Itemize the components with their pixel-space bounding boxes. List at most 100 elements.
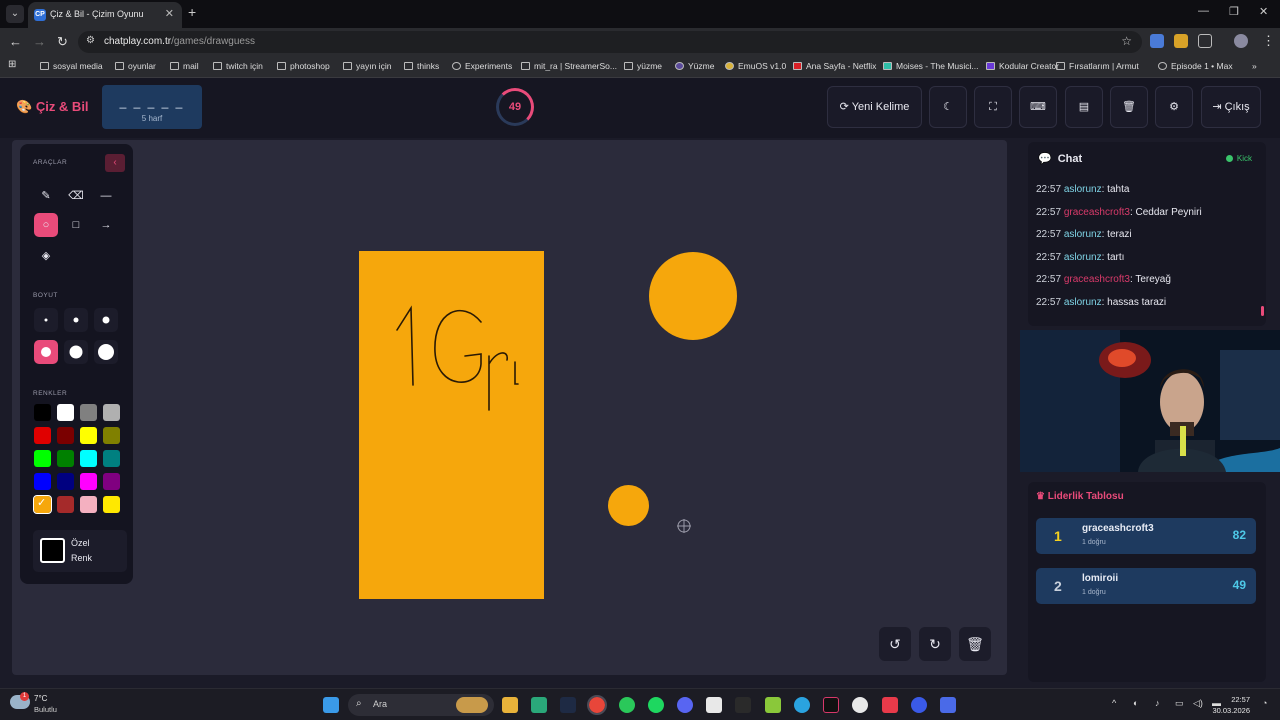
chat-message-user[interactable]: graceashcroft3 <box>1064 274 1130 285</box>
tiktok-icon[interactable] <box>823 697 839 713</box>
new-word-button[interactable]: ⟳ Yeni Kelime <box>827 86 922 128</box>
color-swatch[interactable] <box>103 427 120 444</box>
color-swatch[interactable] <box>34 427 51 444</box>
bookmark-yuzme-folder[interactable]: yüzme <box>624 61 662 71</box>
archive-button[interactable]: ▤ <box>1065 86 1103 128</box>
bookmark-kodular[interactable]: Kodular Creator <box>986 61 1059 71</box>
brush-tool[interactable]: ✎ <box>34 184 58 208</box>
bookmark-thinks[interactable]: thinks <box>404 61 439 71</box>
browser-tab[interactable]: CP Çiz & Bil - Çizim Oyunu ✕ <box>28 2 182 28</box>
browser-menu-icon[interactable]: ⋮ <box>1262 33 1275 49</box>
spotify-icon[interactable] <box>648 697 664 713</box>
dark-mode-button[interactable]: ☾ <box>929 86 967 128</box>
apps-grid-icon[interactable]: ⊞ <box>8 59 16 70</box>
color-swatch[interactable] <box>57 450 74 467</box>
site-info-icon[interactable]: ⚙ <box>86 35 95 46</box>
extension-translate-icon[interactable] <box>1150 34 1164 48</box>
bookmark-star-icon[interactable]: ☆ <box>1121 34 1132 48</box>
bookmark-yayin[interactable]: yayın için <box>343 61 391 71</box>
bookmark-netflix[interactable]: Ana Sayfa - Netflix <box>793 61 876 71</box>
chat-message-user[interactable]: aslorunz <box>1064 229 1102 240</box>
epic-games-icon[interactable] <box>735 697 751 713</box>
custom-color-button[interactable]: Özel Renk <box>33 530 127 572</box>
clear-canvas-button[interactable]: 🗑 <box>959 627 991 661</box>
bookmark-emuos[interactable]: EmuOS v1.0 <box>725 61 786 71</box>
color-swatch[interactable] <box>80 427 97 444</box>
color-swatch[interactable] <box>34 404 51 421</box>
app-icon-2[interactable] <box>852 697 868 713</box>
size-option-2[interactable] <box>64 308 88 332</box>
size-option-5[interactable] <box>64 340 88 364</box>
forward-icon[interactable]: → <box>33 34 46 49</box>
url-field[interactable]: ⚙ chatplay.com.tr/games/drawguess ☆ <box>78 31 1142 53</box>
color-swatch[interactable] <box>80 496 97 513</box>
new-tab-icon[interactable]: + <box>188 4 196 20</box>
bookmark-sosyal-media[interactable]: sosyal media <box>40 61 103 71</box>
discord-icon[interactable] <box>677 697 693 713</box>
app-icon-1[interactable] <box>531 697 547 713</box>
microphone-icon[interactable]: ♪ <box>1155 698 1160 708</box>
color-swatch[interactable] <box>103 404 120 421</box>
bookmark-armut[interactable]: Fırsatlarım | Armut <box>1056 61 1139 71</box>
bookmark-mail[interactable]: mail <box>170 61 199 71</box>
undo-button[interactable]: ↺ <box>879 627 911 661</box>
chrome-icon[interactable] <box>587 695 607 715</box>
color-swatch[interactable]: ✓ <box>33 495 52 514</box>
taskbar-search[interactable]: ⌕ Ara <box>348 694 494 716</box>
tab-close-icon[interactable]: ✕ <box>165 7 174 20</box>
color-swatch[interactable] <box>34 473 51 490</box>
app-icon-4[interactable] <box>911 697 927 713</box>
fill-tool[interactable]: ◈ <box>34 244 58 268</box>
bookmark-photoshop[interactable]: photoshop <box>277 61 330 71</box>
collapse-panel-button[interactable]: ‹ <box>105 154 125 172</box>
profile-avatar[interactable] <box>1234 34 1248 48</box>
color-swatch[interactable] <box>34 450 51 467</box>
extensions-puzzle-icon[interactable] <box>1198 34 1212 48</box>
chat-message-user[interactable]: aslorunz <box>1064 297 1102 308</box>
bookmark-yuzme[interactable]: Yüzme <box>675 61 714 71</box>
color-swatch[interactable] <box>80 450 97 467</box>
bookmark-max[interactable]: Episode 1 • Max <box>1158 61 1233 71</box>
size-option-6[interactable] <box>94 340 118 364</box>
clear-button[interactable]: 🗑 <box>1110 86 1148 128</box>
color-swatch[interactable] <box>57 427 74 444</box>
bookmark-streamer[interactable]: mit_ra | StreamerSo... <box>521 61 617 71</box>
notification-icon[interactable]: ◔ <box>1262 698 1267 708</box>
bookmark-experiments[interactable]: Experiments <box>452 61 512 71</box>
chat-message-user[interactable]: aslorunz <box>1064 252 1102 263</box>
weather-desc[interactable]: Bulutlu <box>34 705 57 714</box>
color-swatch[interactable] <box>103 496 120 513</box>
chat-message-user[interactable]: graceashcroft3 <box>1064 207 1130 218</box>
extension-icon[interactable] <box>1174 34 1188 48</box>
fullscreen-button[interactable]: ⛶ <box>974 86 1012 128</box>
back-icon[interactable]: ← <box>9 34 22 49</box>
network-icon[interactable]: ▭ <box>1175 698 1184 709</box>
rectangle-tool[interactable]: □ <box>64 213 88 237</box>
color-swatch[interactable] <box>57 404 74 421</box>
chat-scrollbar[interactable] <box>1261 306 1264 316</box>
settings-button[interactable]: ⚙ <box>1155 86 1193 128</box>
whatsapp-icon[interactable] <box>619 697 635 713</box>
redo-button[interactable]: ↻ <box>919 627 951 661</box>
size-option-1[interactable] <box>34 308 58 332</box>
bookmark-oyunlar[interactable]: oyunlar <box>115 61 156 71</box>
calculator-icon[interactable] <box>940 697 956 713</box>
tab-search-menu-icon[interactable]: ⌄ <box>6 5 24 23</box>
volume-icon[interactable]: ◁) <box>1193 698 1203 709</box>
start-windows-icon[interactable] <box>323 697 339 713</box>
file-explorer-icon[interactable] <box>502 697 518 713</box>
bookmarks-overflow-icon[interactable]: » <box>1252 61 1257 71</box>
tray-chevron-icon[interactable]: ^ <box>1112 698 1116 708</box>
exit-button[interactable]: ⇥ Çıkış <box>1201 86 1261 128</box>
app-icon-3[interactable] <box>882 697 898 713</box>
close-window-icon[interactable]: ✕ <box>1259 5 1268 18</box>
bluestacks-icon[interactable] <box>765 697 781 713</box>
chat-message-user[interactable]: aslorunz <box>1064 184 1102 195</box>
circle-tool[interactable]: ○ <box>34 213 58 237</box>
keyboard-button[interactable]: ⌨ <box>1019 86 1057 128</box>
bookmark-twitch[interactable]: twitch için <box>213 61 263 71</box>
telegram-icon[interactable] <box>794 697 810 713</box>
capcut-icon[interactable] <box>706 697 722 713</box>
tray-app-icon[interactable]: ◐ <box>1133 698 1138 708</box>
eraser-tool[interactable]: ⌫ <box>64 184 88 208</box>
